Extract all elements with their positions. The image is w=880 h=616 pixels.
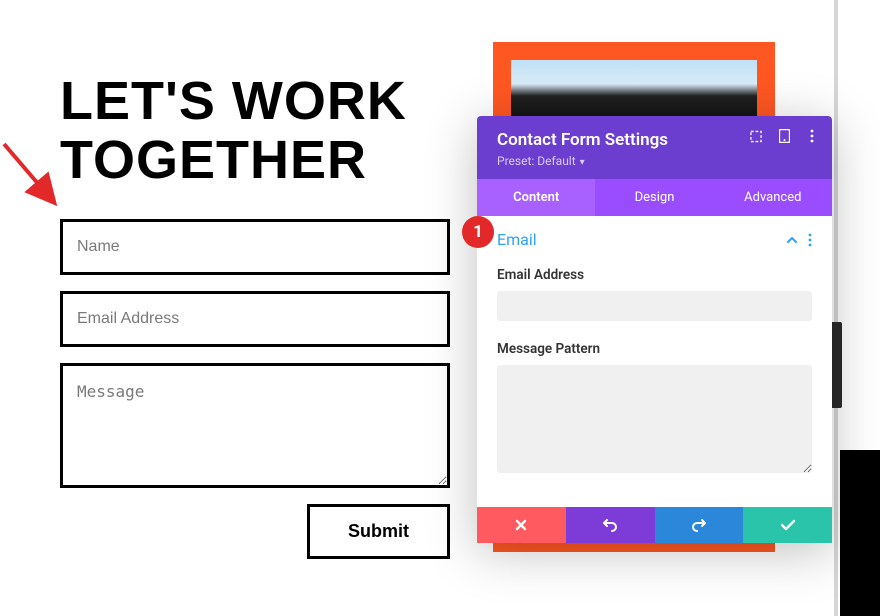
contact-form: LET'S WORK TOGETHER Submit xyxy=(60,72,450,559)
submit-button[interactable]: Submit xyxy=(307,504,450,559)
section-more-icon[interactable] xyxy=(808,233,812,247)
email-field[interactable] xyxy=(60,291,450,347)
message-field[interactable] xyxy=(60,363,450,488)
background-card-image xyxy=(511,60,757,120)
form-heading: LET'S WORK TOGETHER xyxy=(60,72,450,191)
name-field[interactable] xyxy=(60,219,450,275)
tab-advanced[interactable]: Advanced xyxy=(714,179,832,216)
tablet-icon[interactable] xyxy=(778,130,790,142)
cancel-button[interactable] xyxy=(477,507,566,543)
dark-sidebar-block xyxy=(840,450,880,616)
panel-tabs: Content Design Advanced xyxy=(477,179,832,216)
panel-preset[interactable]: Preset: Default xyxy=(497,154,585,168)
save-button[interactable] xyxy=(743,507,832,543)
redo-button[interactable] xyxy=(655,507,744,543)
message-pattern-input[interactable] xyxy=(497,365,812,473)
tab-content[interactable]: Content xyxy=(477,179,595,216)
check-icon xyxy=(780,519,796,531)
settings-panel: Contact Form Settings Preset: Default Co… xyxy=(477,116,832,543)
more-icon[interactable] xyxy=(806,130,818,142)
message-pattern-label: Message Pattern xyxy=(497,341,812,357)
tab-design[interactable]: Design xyxy=(595,179,713,216)
expand-icon[interactable] xyxy=(750,130,762,142)
redo-icon xyxy=(691,518,707,532)
step-badge-1: 1 xyxy=(462,216,494,248)
email-address-label: Email Address xyxy=(497,267,812,283)
annotation-arrow xyxy=(0,140,64,210)
undo-icon xyxy=(602,518,618,532)
collapse-icon[interactable] xyxy=(786,234,798,246)
chevron-down-icon xyxy=(580,154,585,168)
close-icon xyxy=(514,518,528,532)
panel-preset-label: Preset: Default xyxy=(497,154,576,168)
email-address-input[interactable] xyxy=(497,291,812,321)
page-divider xyxy=(834,0,838,616)
section-title[interactable]: Email xyxy=(497,230,537,249)
panel-header[interactable]: Contact Form Settings Preset: Default xyxy=(477,116,832,179)
panel-footer xyxy=(477,507,832,543)
undo-button[interactable] xyxy=(566,507,655,543)
panel-body: Email Email Address Message Pattern xyxy=(477,216,832,507)
